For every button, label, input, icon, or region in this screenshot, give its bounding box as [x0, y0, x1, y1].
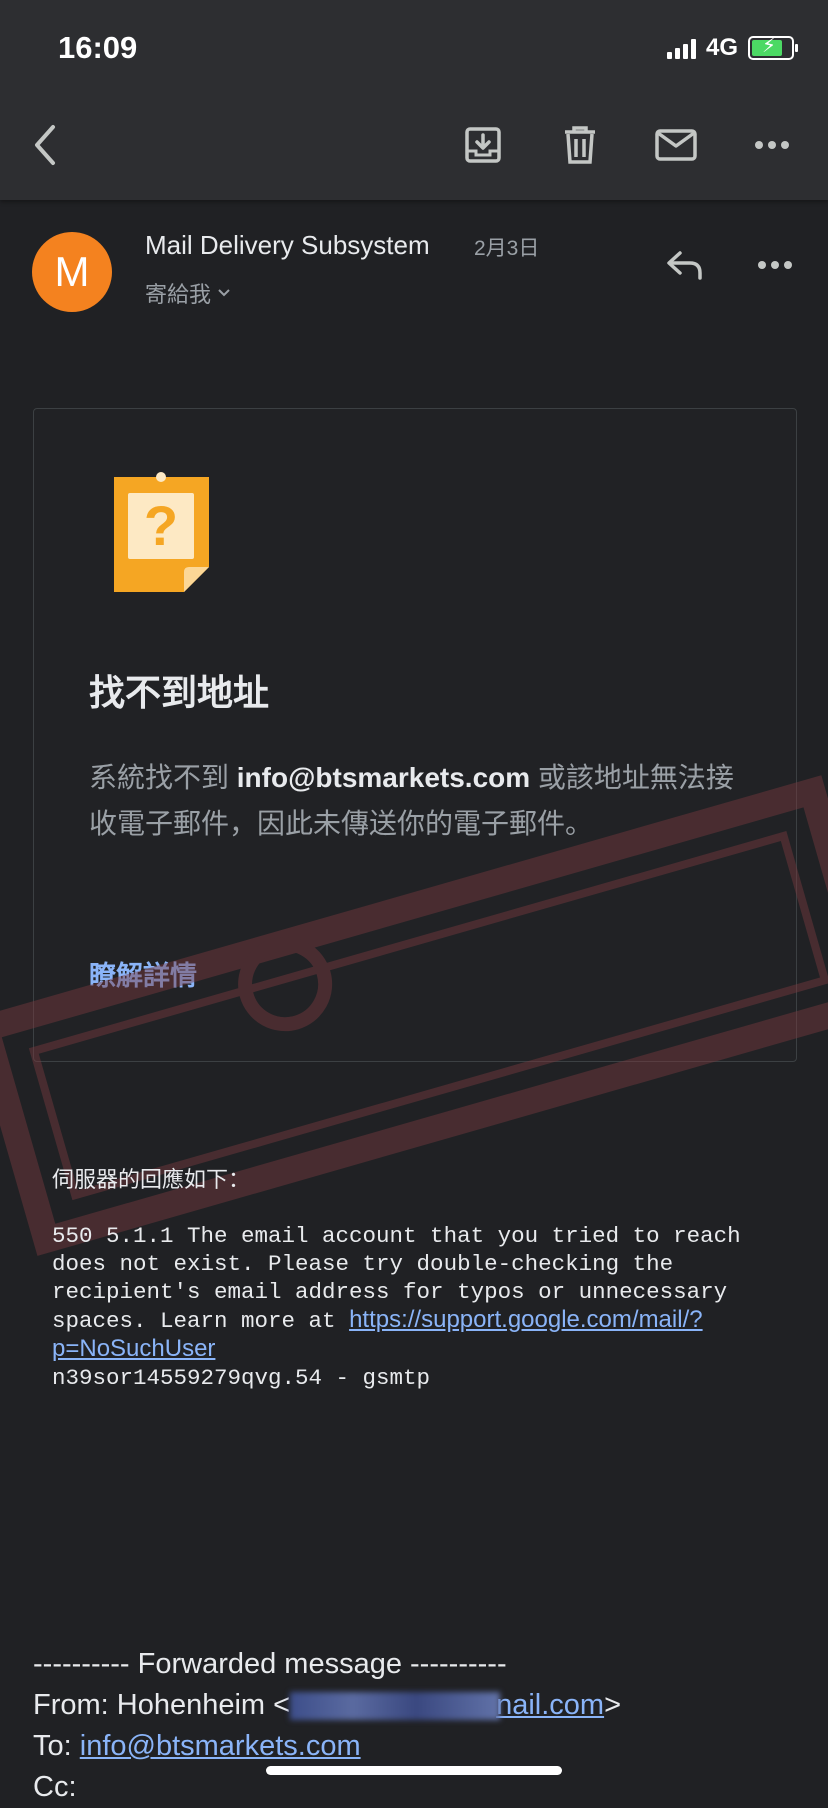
network-type: 4G: [705, 34, 738, 61]
envelope-icon: [655, 129, 697, 161]
chevron-down-icon: [218, 289, 230, 297]
address-not-found-card: ? 找不到地址 系統找不到 info@btsmarkets.com 或該地址無法…: [33, 408, 797, 1062]
forwarded-to: To: info@btsmarkets.com: [33, 1726, 813, 1767]
chevron-left-icon: [35, 125, 55, 165]
more-options-button[interactable]: [745, 118, 799, 172]
reply-button[interactable]: [660, 240, 710, 290]
forwarded-from: From: Hohenheim < nail.com>: [33, 1685, 813, 1726]
forwarded-divider: ---------- Forwarded message ----------: [33, 1648, 507, 1680]
card-body-before: 系統找不到: [89, 762, 237, 793]
archive-icon: [465, 127, 501, 163]
sender-name: Mail Delivery Subsystem: [145, 230, 430, 260]
learn-more-link[interactable]: 瞭解詳情: [89, 954, 197, 993]
archive-button[interactable]: [456, 118, 510, 172]
server-response-message: 550 5.1.1 The email account that you tri…: [52, 1222, 792, 1392]
battery-icon: ⚡: [748, 35, 798, 60]
missing-email: info@btsmarkets.com: [236, 762, 531, 793]
message-date: 2月3日: [474, 237, 540, 260]
recipient-details-toggle[interactable]: 寄給我: [145, 277, 231, 309]
redacted-email: [290, 1692, 501, 1721]
delete-button[interactable]: [553, 118, 607, 172]
recipient-summary: 寄給我: [145, 282, 212, 307]
status-time: 16:09: [58, 30, 138, 65]
message-more-button[interactable]: [750, 240, 800, 290]
more-horizontal-icon: [755, 141, 789, 149]
to-label: To:: [33, 1730, 80, 1762]
signal-icon: [666, 37, 696, 59]
reply-icon: [667, 251, 702, 280]
svg-text:?: ?: [144, 494, 178, 557]
card-body: 系統找不到 info@btsmarkets.com 或該地址無法接收電子郵件，因…: [89, 755, 749, 847]
top-app-bar: 16:09 4G ⚡: [0, 0, 828, 200]
trash-icon: [565, 126, 595, 164]
message-header: M Mail Delivery Subsystem 2月3日 寄給我: [0, 200, 828, 340]
question-note-icon: ?: [114, 472, 209, 592]
card-title: 找不到地址: [89, 672, 270, 713]
back-button[interactable]: [18, 118, 72, 172]
from-label: From: Hohenheim <: [33, 1689, 291, 1721]
from-email-link[interactable]: nail.com: [496, 1689, 604, 1721]
mark-unread-button[interactable]: [649, 118, 703, 172]
from-close: >: [604, 1689, 622, 1721]
sender-avatar[interactable]: M: [32, 232, 112, 312]
home-indicator[interactable]: [266, 1766, 562, 1775]
more-horizontal-icon: [758, 261, 792, 269]
server-response-trailer: n39sor14559279qvg.54 - gsmtp: [52, 1365, 431, 1391]
status-indicators: 4G ⚡: [666, 34, 798, 62]
server-response-label: 伺服器的回應如下：: [52, 1167, 251, 1192]
forwarded-message: ---------- Forwarded message ---------- …: [33, 1644, 813, 1808]
to-email-link[interactable]: info@btsmarkets.com: [80, 1730, 361, 1762]
